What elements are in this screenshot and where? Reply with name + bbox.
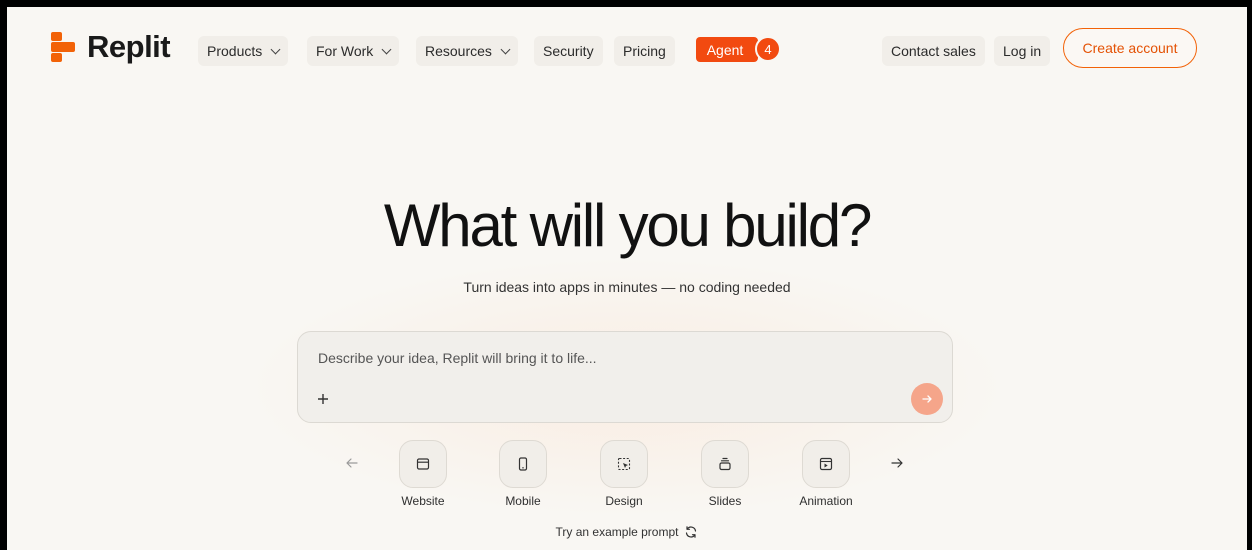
carousel-next-button[interactable] (887, 453, 907, 473)
brand-name: Replit (87, 29, 171, 64)
chevron-down-icon (381, 44, 392, 54)
top-nav: Replit Products For Work Resources Secur… (7, 7, 1247, 89)
add-attachment-button[interactable] (314, 390, 332, 408)
arrow-left-icon (346, 458, 358, 468)
create-account-label: Create account (1082, 40, 1178, 56)
category-mobile[interactable]: Mobile (483, 440, 563, 508)
nav-resources-label: Resources (425, 43, 492, 59)
category-website-label: Website (401, 494, 445, 508)
contact-sales-link[interactable]: Contact sales (882, 36, 985, 66)
contact-sales-label: Contact sales (891, 43, 976, 59)
agent-badge: 4 (755, 36, 781, 62)
page: Replit Products For Work Resources Secur… (7, 7, 1247, 550)
category-animation-button[interactable] (802, 440, 850, 488)
browser-window-icon (416, 458, 430, 470)
nav-pricing[interactable]: Pricing (614, 36, 675, 66)
category-design-button[interactable] (600, 440, 648, 488)
prompt-input[interactable] (318, 350, 898, 366)
slides-icon (719, 457, 731, 471)
category-design-label: Design (605, 494, 643, 508)
nav-products[interactable]: Products (198, 36, 289, 66)
category-mobile-label: Mobile (505, 494, 541, 508)
category-slides[interactable]: Slides (685, 440, 765, 508)
arrow-right-icon (891, 458, 903, 468)
replit-logo[interactable]: Replit (51, 29, 171, 64)
agent-button[interactable]: Agent (696, 37, 758, 62)
category-animation[interactable]: Animation (786, 440, 866, 508)
create-account-button[interactable]: Create account (1063, 28, 1197, 68)
chevron-down-icon (500, 44, 511, 54)
chevron-down-icon (270, 44, 281, 54)
example-prompt-label: Try an example prompt (555, 525, 679, 539)
login-label: Log in (1003, 43, 1042, 59)
category-website-button[interactable] (399, 440, 447, 488)
arrow-right-icon (922, 395, 932, 403)
prompt-box (297, 331, 953, 423)
agent-label: Agent (706, 41, 744, 58)
category-design[interactable]: Design (584, 440, 664, 508)
nav-resources[interactable]: Resources (416, 36, 518, 66)
nav-security[interactable]: Security (534, 36, 603, 66)
carousel-prev-button[interactable] (342, 453, 362, 473)
category-slides-button[interactable] (701, 440, 749, 488)
login-link[interactable]: Log in (994, 36, 1051, 66)
hero-subtitle: Turn ideas into apps in minutes — no cod… (463, 279, 791, 295)
nav-pricing-label: Pricing (623, 43, 666, 59)
category-animation-label: Animation (799, 494, 853, 508)
send-button[interactable] (911, 383, 943, 415)
plus-icon (318, 394, 328, 404)
hero-title: What will you build? (383, 192, 872, 259)
example-prompt-button[interactable]: Try an example prompt (7, 525, 1247, 539)
animation-play-icon (819, 457, 833, 471)
category-slides-label: Slides (708, 494, 742, 508)
refresh-icon (686, 526, 697, 538)
category-website[interactable]: Website (383, 440, 463, 508)
nav-products-label: Products (207, 43, 263, 59)
nav-security-label: Security (543, 43, 594, 59)
design-select-icon (617, 457, 631, 471)
nav-for-work-label: For Work (316, 43, 374, 59)
replit-logo-icon (51, 32, 75, 62)
nav-for-work[interactable]: For Work (307, 36, 400, 66)
phone-icon (518, 457, 528, 471)
category-mobile-button[interactable] (499, 440, 547, 488)
